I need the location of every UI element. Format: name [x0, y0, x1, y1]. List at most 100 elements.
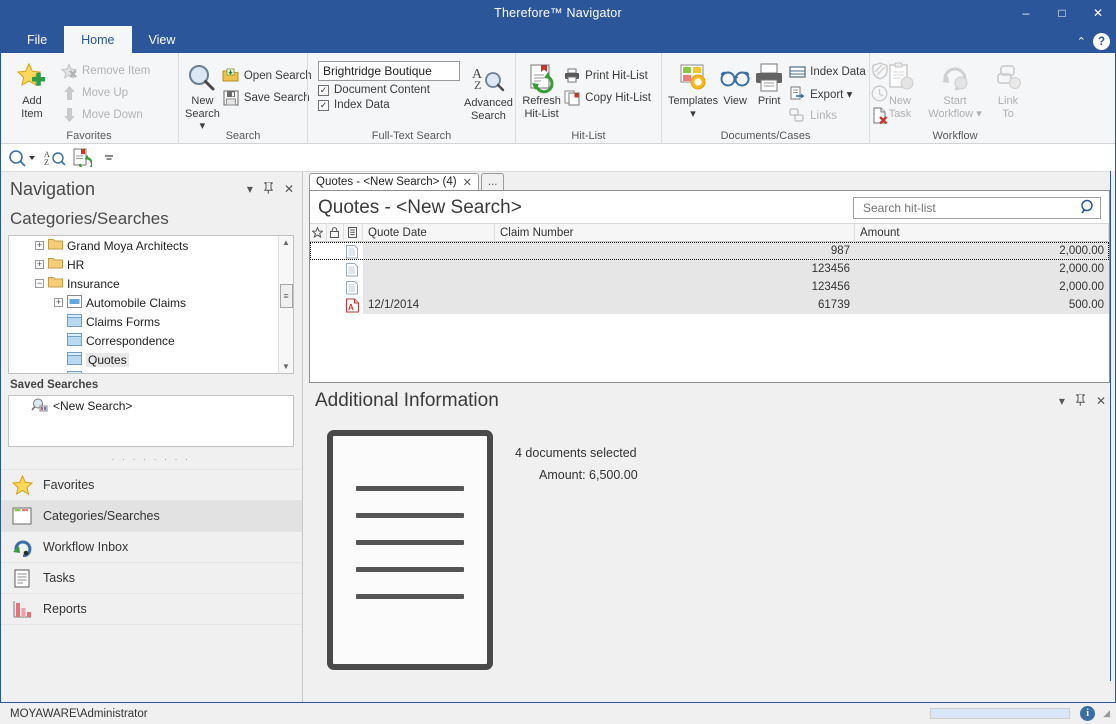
start-workflow-button[interactable]: Start Workflow ▾ [924, 59, 986, 120]
column-header-amount[interactable]: Amount [855, 223, 1109, 242]
dropdown-icon[interactable]: ▾ [1059, 394, 1065, 408]
cell-claim-number: 123456 [495, 278, 855, 296]
additional-information-controls: ▾ ✕ [1059, 394, 1106, 409]
search-icon[interactable] [1080, 199, 1096, 218]
hitlist-search[interactable] [853, 197, 1101, 219]
tree-node-grand-moya-architects[interactable]: + Grand Moya Architects [9, 236, 293, 255]
scroll-thumb[interactable]: ≡ [280, 284, 293, 308]
search-input[interactable] [861, 200, 1080, 216]
saved-search-item[interactable]: <New Search> [9, 396, 293, 416]
column-header-claim-number[interactable]: Claim Number [495, 223, 855, 242]
tab-quotes-new-search[interactable]: Quotes - <New Search> (4) ✕ [309, 173, 479, 190]
expander-icon[interactable]: + [54, 298, 63, 307]
close-icon[interactable]: ✕ [284, 182, 294, 196]
advanced-search-button[interactable]: A Z Advanced Search [464, 59, 513, 122]
content-pane: Quotes - <New Search> (4) ✕ ... Quotes -… [303, 172, 1116, 702]
saved-searches-list[interactable]: <New Search> [8, 395, 294, 447]
table-row[interactable]: A 12/1/2014 61739 500.00 [310, 296, 1109, 314]
cell-quote-date: 12/1/2014 [363, 296, 495, 314]
scroll-down-icon[interactable]: ▼ [282, 360, 290, 373]
table-row[interactable]: 123456 2,000.00 [310, 278, 1109, 296]
preview-line [356, 540, 464, 545]
tree-node-hr[interactable]: + HR [9, 255, 293, 274]
close-icon[interactable]: ✕ [1096, 394, 1106, 408]
move-up-button[interactable]: Move Up [58, 82, 154, 103]
maximize-button[interactable]: □ [1044, 0, 1080, 26]
expander-icon[interactable]: + [35, 260, 44, 269]
tree-node-automobile-claims[interactable]: + Automobile Claims [9, 293, 293, 312]
table-row[interactable]: 123456 2,000.00 [310, 260, 1109, 278]
sidebar-item-workflow-inbox[interactable]: Workflow Inbox [0, 531, 302, 562]
links-button[interactable]: Links [786, 105, 870, 126]
copy-hitlist-button[interactable]: Copy Hit-List [561, 87, 655, 108]
table-row[interactable]: 987 2,000.00 [310, 242, 1109, 260]
additional-information-body: 4 documents selected Amount: 6,500.00 [309, 412, 1110, 670]
workflow-icon [939, 61, 971, 95]
tab-file[interactable]: File [10, 26, 64, 53]
overflow-icon[interactable] [97, 147, 121, 169]
lock-column-icon[interactable] [327, 223, 344, 242]
open-search-button[interactable]: Open Search [220, 65, 316, 86]
pane-splitter-grip[interactable]: · · · · · · · · [0, 447, 302, 469]
minimize-button[interactable]: – [1008, 0, 1044, 26]
checkbox-document-content[interactable]: ✓ Document Content [318, 84, 460, 96]
tab-view[interactable]: View [132, 26, 193, 53]
info-icon[interactable]: i [1080, 706, 1095, 721]
print-button[interactable]: Print [752, 59, 786, 108]
star-column-icon[interactable] [310, 223, 327, 242]
fulltext-search-input[interactable] [318, 61, 460, 81]
scroll-up-icon[interactable]: ▲ [282, 236, 290, 249]
tree-node-quotes[interactable]: Quotes [9, 350, 293, 369]
pin-icon[interactable] [1076, 394, 1085, 409]
tree-node-claims-forms[interactable]: Claims Forms [9, 312, 293, 331]
search-icon[interactable] [6, 147, 40, 169]
view-button[interactable]: View [718, 59, 752, 108]
close-button[interactable]: ✕ [1080, 0, 1116, 26]
resize-grip-icon[interactable]: ◢ [1103, 708, 1110, 719]
pin-icon[interactable] [264, 182, 273, 197]
expander-icon[interactable]: − [35, 279, 44, 288]
templates-dropdown-icon[interactable]: ▾ [690, 108, 696, 121]
tree-node-label: Claims Forms [86, 315, 160, 329]
tab-home[interactable]: Home [64, 26, 131, 53]
checkbox-document-content-box[interactable]: ✓ [318, 85, 329, 96]
remove-item-button[interactable]: Remove Item [58, 60, 154, 81]
new-task-button[interactable]: New Task [876, 59, 924, 120]
tree-scrollbar[interactable]: ▲ ≡ ▼ [278, 236, 293, 373]
sort-az-icon[interactable]: A Z [43, 147, 67, 169]
print-hitlist-button[interactable]: Print Hit-List [561, 65, 655, 86]
column-header-quote-date[interactable]: Quote Date [363, 223, 495, 242]
index-data-button[interactable]: Index Data [786, 61, 870, 82]
refresh-hitlist-button[interactable]: Refresh Hit-List [522, 59, 561, 120]
export-button[interactable]: Export ▾ [786, 83, 870, 104]
preview-line [356, 486, 464, 491]
expander-icon[interactable]: + [35, 241, 44, 250]
tree-node-reports[interactable]: Reports [9, 369, 293, 374]
tree-node-insurance[interactable]: − Insurance [9, 274, 293, 293]
dropdown-icon[interactable]: ▾ [247, 182, 253, 196]
link-to-button[interactable]: Link To [986, 59, 1030, 120]
new-search-button[interactable]: New Search ▾ [185, 59, 220, 133]
templates-button[interactable]: Templates ▾ [668, 59, 718, 120]
sidebar-item-categories-searches[interactable]: Categories/Searches [0, 500, 302, 531]
categories-tree[interactable]: + Grand Moya Architects + HR − Insurance [8, 235, 294, 374]
collapse-ribbon-icon[interactable]: ⌃ [1077, 35, 1086, 48]
sidebar-item-tasks[interactable]: Tasks [0, 562, 302, 593]
checkbox-index-data-box[interactable]: ✓ [318, 100, 329, 111]
hitlist-small-buttons: Print Hit-List Copy Hit-List [561, 59, 655, 108]
sidebar-item-reports[interactable]: Reports [0, 593, 302, 624]
save-search-button[interactable]: Save Search [220, 87, 316, 108]
sidebar-item-favorites[interactable]: Favorites [0, 469, 302, 500]
help-icon[interactable]: ? [1093, 33, 1110, 50]
add-item-button[interactable]: Add Item [6, 59, 58, 120]
checkbox-index-data[interactable]: ✓ Index Data [318, 99, 460, 111]
doc-column-icon[interactable] [344, 223, 363, 242]
tab-close-icon[interactable]: ✕ [463, 176, 472, 189]
content-right-edge [1110, 171, 1116, 681]
ribbon-right-controls: ⌃ ? [1077, 33, 1110, 50]
move-down-button[interactable]: Move Down [58, 104, 154, 125]
tree-node-correspondence[interactable]: Correspondence [9, 331, 293, 350]
refresh-list-icon[interactable] [70, 147, 94, 169]
additional-information-title: Additional Information [315, 390, 499, 412]
tab-overflow[interactable]: ... [481, 173, 505, 190]
